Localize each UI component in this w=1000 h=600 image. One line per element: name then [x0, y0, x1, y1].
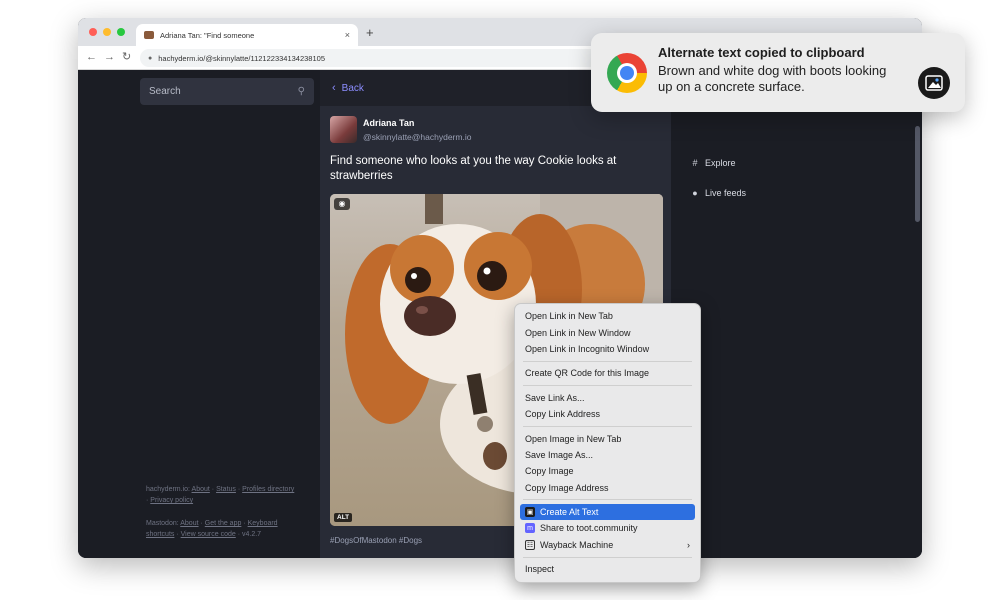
- server-footer-label: hachyderm.io:: [146, 486, 190, 493]
- menu-item-copy-image[interactable]: Copy Image: [515, 463, 700, 479]
- hashtag-icon: #: [692, 158, 698, 168]
- menu-label-share: Share to toot.community: [540, 523, 638, 534]
- back-arrow-icon[interactable]: ←: [86, 50, 97, 64]
- hide-media-icon[interactable]: ◉: [334, 198, 350, 210]
- footer-link-mastodon-about[interactable]: About: [180, 520, 198, 527]
- menu-item-open-link-new-window[interactable]: Open Link in New Window: [515, 324, 700, 340]
- alt-text-app-icon: [918, 67, 950, 99]
- image-icon: [925, 75, 943, 91]
- minimize-window-button[interactable]: [103, 28, 111, 36]
- url-text: hachyderm.io/@skinnylatte/11212233413423…: [158, 53, 325, 63]
- menu-label-wayback: Wayback Machine: [540, 539, 614, 550]
- address-bar[interactable]: ● hachyderm.io/@skinnylatte/112122334134…: [140, 49, 620, 67]
- globe-icon: ●: [692, 188, 698, 198]
- menu-item-open-link-incognito[interactable]: Open Link in Incognito Window: [515, 341, 700, 357]
- context-menu: Open Link in New Tab Open Link in New Wi…: [514, 303, 701, 583]
- chrome-icon-core: [620, 66, 634, 80]
- menu-label-create-alt-text: Create Alt Text: [540, 507, 599, 518]
- alt-text-extension-icon: ▣: [525, 507, 535, 518]
- footer-link-profiles[interactable]: Profiles directory: [242, 486, 294, 493]
- search-icon: ⚲: [297, 86, 305, 97]
- nav-label-live-feeds: Live feeds: [705, 188, 747, 198]
- post-hashtags[interactable]: #DogsOfMastodon #Dogs: [330, 536, 422, 545]
- scrollbar[interactable]: [915, 126, 920, 222]
- mastodon-footer-links: Mastodon: About · Get the app · Keyboard…: [146, 520, 278, 538]
- tab-favicon-icon: [144, 31, 154, 39]
- nav-item-explore[interactable]: # Explore: [690, 148, 746, 178]
- footer-link-source[interactable]: View source code: [181, 531, 236, 538]
- maximize-window-button[interactable]: [117, 28, 125, 36]
- menu-item-create-qr-code[interactable]: Create QR Code for this Image: [515, 365, 700, 381]
- clipboard-notification[interactable]: Alternate text copied to clipboard Brown…: [591, 33, 965, 112]
- version-label: v4.2.7: [242, 531, 262, 538]
- chrome-icon-ring: [617, 63, 637, 83]
- footer-link-status[interactable]: Status: [216, 486, 236, 493]
- menu-item-create-alt-text[interactable]: ▣ Create Alt Text: [520, 503, 695, 521]
- search-input[interactable]: Search ⚲: [140, 78, 314, 105]
- nav-item-live-feeds[interactable]: ● Live feeds: [690, 178, 746, 208]
- mastodon-footer-label: Mastodon:: [146, 520, 179, 527]
- server-footer-links: hachyderm.io: About · Status · Profiles …: [146, 486, 295, 504]
- reload-icon[interactable]: ↻: [122, 50, 131, 64]
- menu-item-copy-image-address[interactable]: Copy Image Address: [515, 480, 700, 496]
- alt-badge[interactable]: ALT: [334, 513, 353, 522]
- chevron-right-icon: ›: [687, 539, 690, 550]
- menu-item-save-image-as[interactable]: Save Image As...: [515, 447, 700, 463]
- lock-icon: ●: [148, 54, 153, 62]
- close-window-button[interactable]: [89, 28, 97, 36]
- tab-close-icon[interactable]: ×: [345, 30, 350, 40]
- menu-item-open-link-new-tab[interactable]: Open Link in New Tab: [515, 308, 700, 324]
- menu-item-save-link-as[interactable]: Save Link As...: [515, 390, 700, 406]
- wayback-machine-icon: ☷: [525, 539, 535, 550]
- menu-separator: [523, 499, 692, 501]
- post-text: Find someone who looks at you the way Co…: [330, 155, 617, 182]
- footer-link-about[interactable]: About: [192, 486, 210, 493]
- nav-label-explore: Explore: [705, 158, 736, 168]
- window-controls: [89, 28, 125, 36]
- mastodon-page: Search ⚲ hachyderm.io: About · Status · …: [78, 70, 922, 558]
- back-label: Back: [341, 82, 364, 94]
- notification-body: Brown and white dog with boots looking u…: [658, 63, 887, 94]
- menu-separator: [523, 425, 692, 427]
- author-handle[interactable]: @skinnylatte@hachyderm.io: [363, 132, 471, 142]
- menu-item-wayback-machine[interactable]: ☷ Wayback Machine ›: [515, 537, 700, 553]
- menu-separator: [523, 556, 692, 558]
- forward-arrow-icon[interactable]: →: [104, 50, 115, 64]
- footer-link-get-app[interactable]: Get the app: [205, 520, 242, 527]
- search-placeholder: Search: [149, 86, 181, 97]
- chrome-icon: [607, 53, 647, 93]
- footer-link-privacy[interactable]: Privacy policy: [150, 497, 193, 504]
- menu-item-inspect[interactable]: Inspect: [515, 561, 700, 577]
- notification-title: Alternate text copied to clipboard: [658, 45, 865, 60]
- menu-item-share-toot-community[interactable]: m Share to toot.community: [515, 520, 700, 536]
- menu-separator: [523, 360, 692, 362]
- menu-separator: [523, 385, 692, 387]
- menu-item-open-image-new-tab[interactable]: Open Image in New Tab: [515, 430, 700, 446]
- chevron-left-icon: ‹: [332, 82, 336, 94]
- menu-item-copy-link-address[interactable]: Copy Link Address: [515, 406, 700, 422]
- author-name[interactable]: Adriana Tan: [363, 118, 414, 128]
- tab-title: Adriana Tan: "Find someone: [160, 30, 255, 40]
- browser-tab[interactable]: Adriana Tan: "Find someone ×: [136, 24, 358, 46]
- right-navigation: # Explore ● Live feeds: [690, 148, 746, 208]
- mastodon-share-icon: m: [525, 523, 535, 534]
- avatar[interactable]: [330, 116, 357, 143]
- new-tab-button[interactable]: +: [366, 26, 374, 39]
